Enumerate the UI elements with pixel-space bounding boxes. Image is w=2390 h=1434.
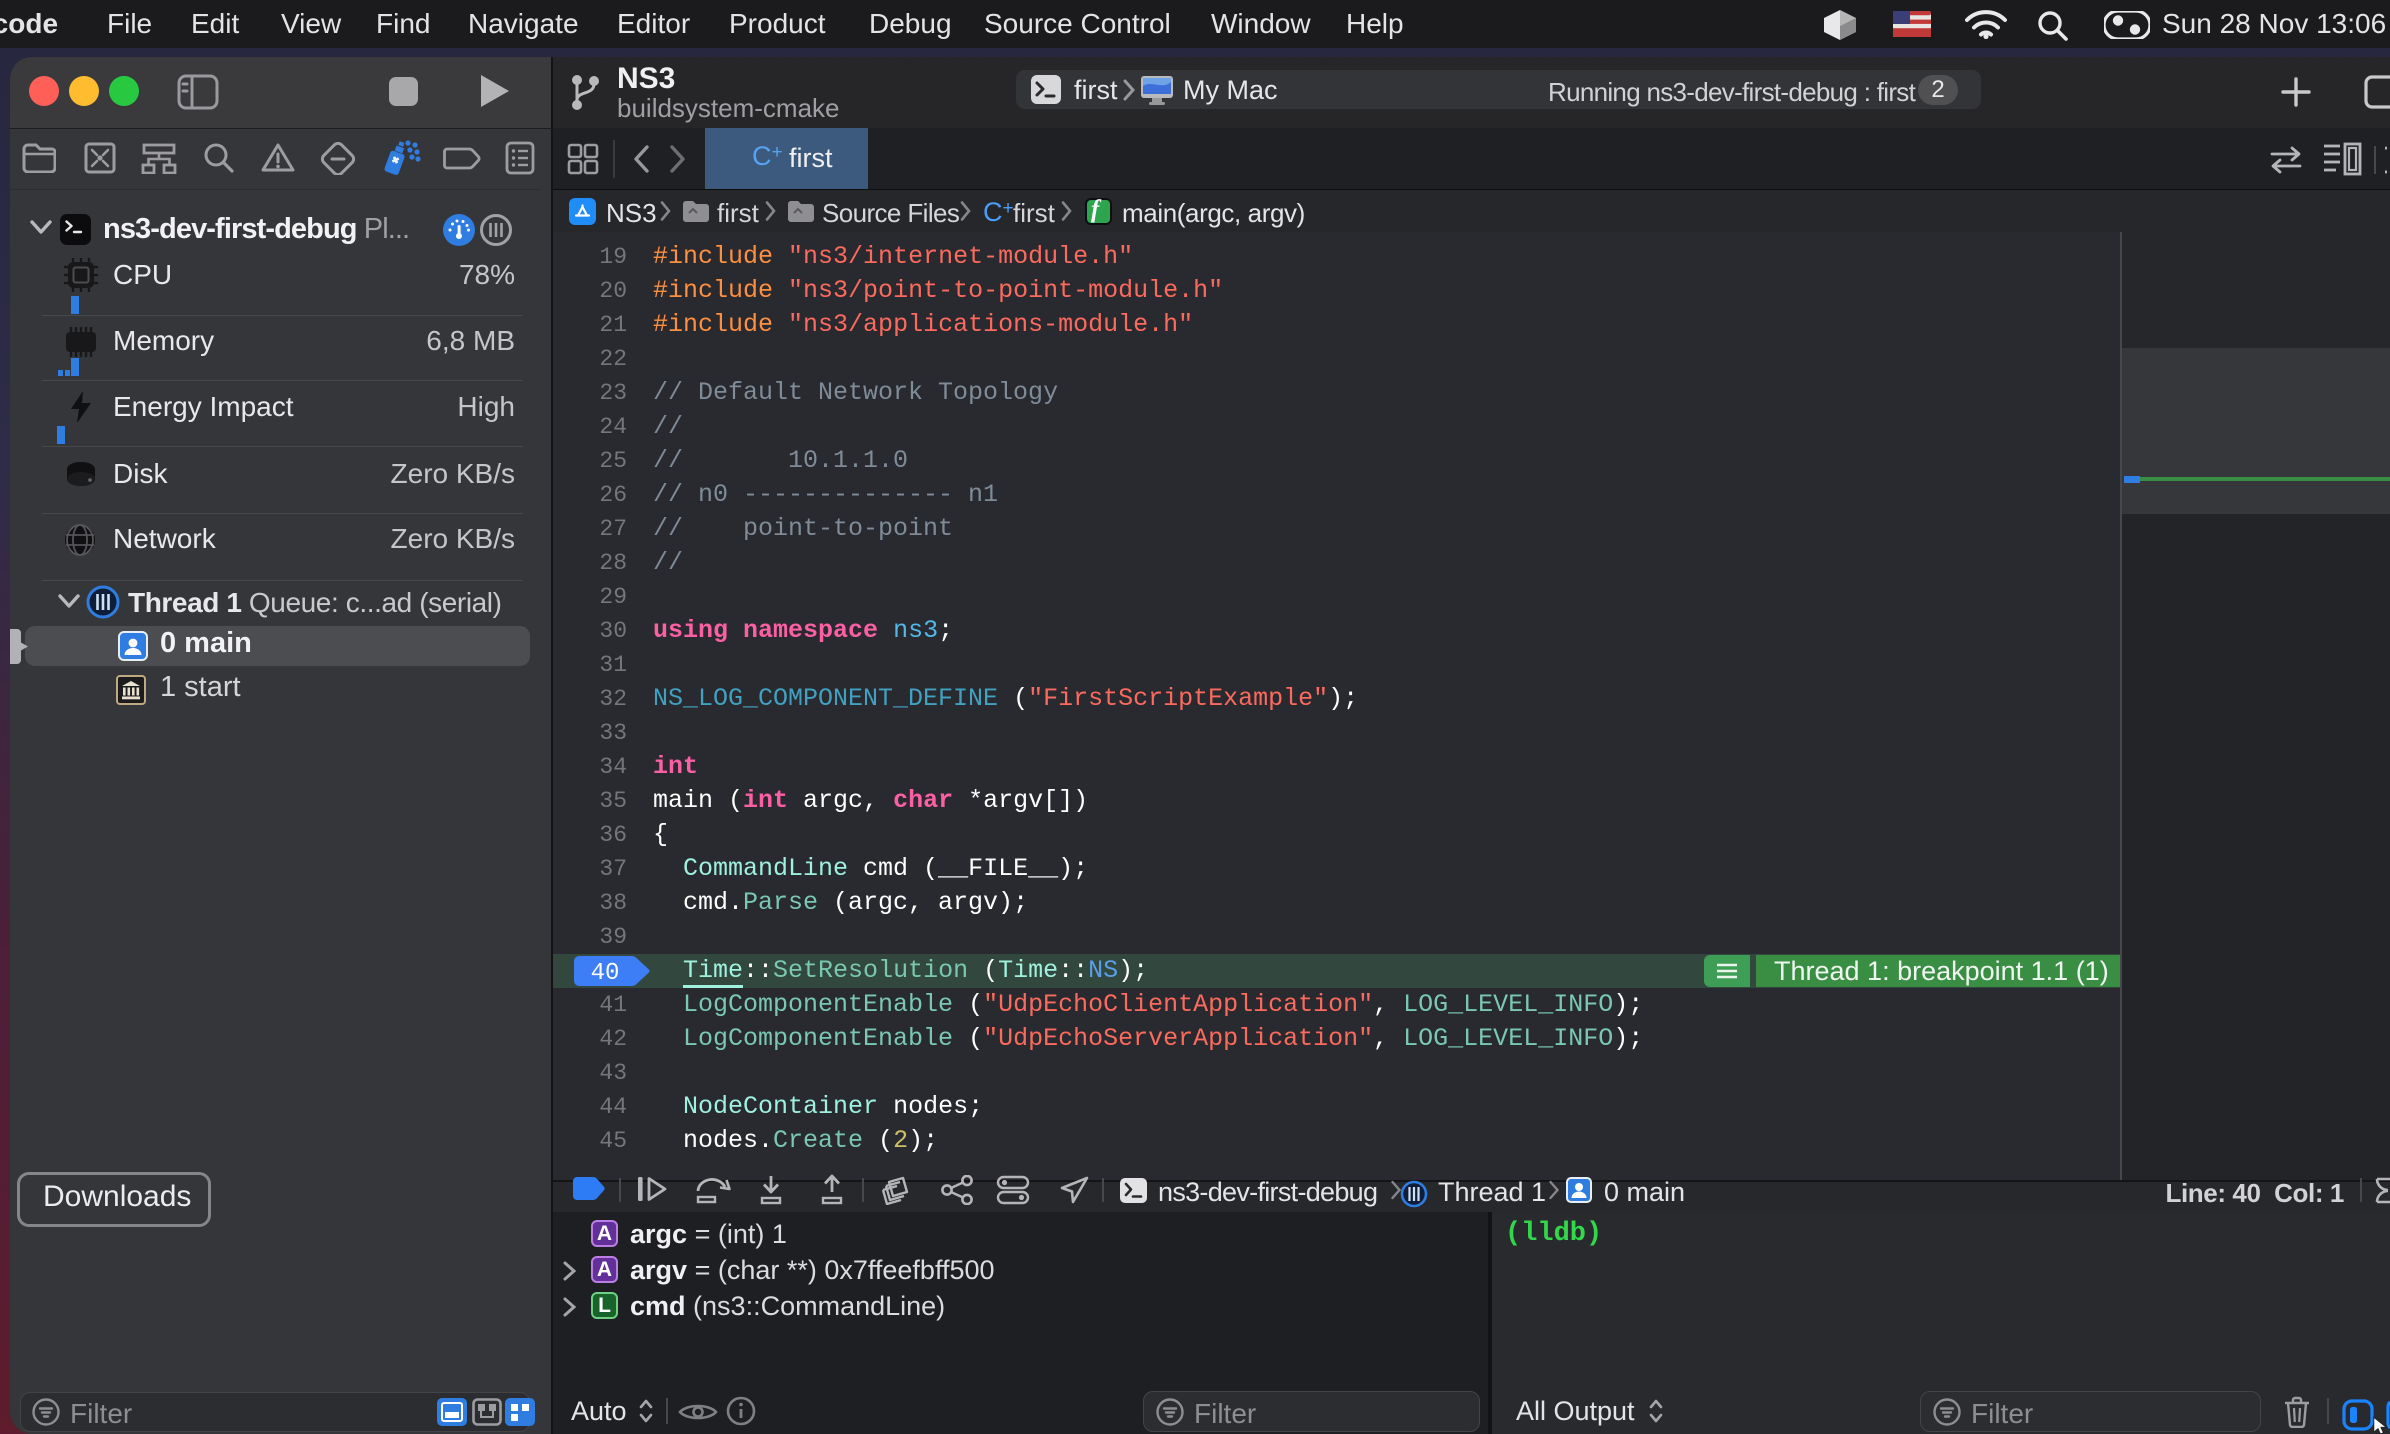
svg-text:40: 40: [591, 960, 620, 986]
